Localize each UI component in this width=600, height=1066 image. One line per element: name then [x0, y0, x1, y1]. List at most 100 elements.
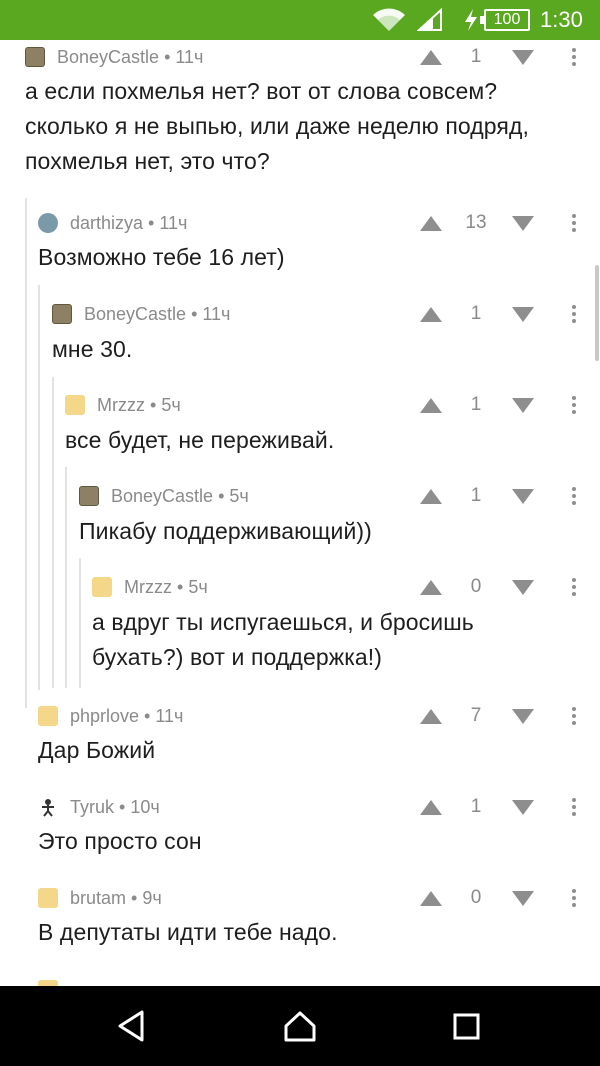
comment-text: все будет, не переживай.: [65, 423, 334, 458]
downvote-icon[interactable]: [512, 307, 534, 322]
comment-author[interactable]: BoneyCastle: [57, 47, 159, 68]
comment-author[interactable]: brutam: [70, 888, 126, 909]
upvote-icon[interactable]: [420, 800, 442, 815]
avatar[interactable]: [92, 577, 112, 597]
battery-icon: 100: [480, 0, 530, 40]
comment-time: 5ч: [229, 485, 249, 506]
comment-header: phprlove • 11ч: [38, 701, 183, 731]
comment-time: 11ч: [155, 705, 184, 726]
recents-icon[interactable]: [446, 1006, 486, 1046]
comment-text-line: Пикабу поддерживающий)): [79, 518, 372, 544]
comment-author[interactable]: phprlove: [70, 706, 139, 727]
comment-header: BoneyCastle • 11ч: [25, 42, 203, 72]
comment-score: 0: [470, 576, 482, 597]
downvote-icon[interactable]: [512, 709, 534, 724]
scrollbar-thumb[interactable]: [595, 265, 599, 361]
upvote-icon[interactable]: [420, 398, 442, 413]
downvote-icon[interactable]: [512, 216, 534, 231]
comment-author[interactable]: BoneyCastle: [84, 304, 186, 325]
avatar[interactable]: [52, 304, 72, 324]
comment-header: Tyruk • 10ч: [38, 792, 160, 822]
thread-line: [52, 377, 54, 688]
comment-text-line: Возможно тебе 16 лет): [38, 244, 285, 270]
upvote-icon[interactable]: [420, 50, 442, 65]
comment-text: В депутаты идти тебе надо.: [38, 915, 338, 950]
upvote-icon[interactable]: [420, 307, 442, 322]
comment-text-line: а вдруг ты испугаешься, и бросишь: [92, 609, 474, 635]
more-options-icon[interactable]: [572, 305, 576, 326]
comment-text: а если похмелья нет? вот от слова совсем…: [25, 74, 529, 179]
thread-line: [79, 558, 81, 688]
comment-score: 1: [470, 796, 482, 817]
downvote-icon[interactable]: [512, 50, 534, 65]
comment-header: brutam • 9ч: [38, 883, 162, 913]
avatar[interactable]: [65, 395, 85, 415]
upvote-icon[interactable]: [420, 709, 442, 724]
downvote-icon[interactable]: [512, 891, 534, 906]
comment-score: 1: [470, 485, 482, 506]
comment-author[interactable]: BoneyCastle: [111, 486, 213, 507]
comment-score: 1: [470, 303, 482, 324]
downvote-icon[interactable]: [512, 800, 534, 815]
comment-text-line: похмелья нет, это что?: [25, 148, 270, 174]
comment-author[interactable]: Mrzzz: [97, 395, 145, 416]
comment-text: а вдруг ты испугаешься, и бросишь бухать…: [92, 605, 474, 675]
comment-author[interactable]: Mrzzz: [124, 577, 172, 598]
thread-line: [38, 285, 40, 690]
thread-line: [25, 198, 27, 708]
avatar[interactable]: [79, 486, 99, 506]
more-options-icon[interactable]: [572, 396, 576, 417]
comment-header: darthizya • 11ч: [38, 208, 187, 238]
separator: •: [213, 485, 230, 506]
more-options-icon[interactable]: [572, 798, 576, 819]
comment-score: 7: [470, 705, 482, 726]
more-options-icon[interactable]: [572, 707, 576, 728]
more-options-icon[interactable]: [572, 889, 576, 910]
comment-score: 13: [465, 212, 487, 233]
comment-score: 0: [470, 887, 482, 908]
charging-icon: [464, 0, 478, 40]
status-bar: 100 1:30: [0, 0, 600, 40]
separator: •: [159, 46, 176, 67]
comment-text-line: все будет, не переживай.: [65, 427, 335, 453]
wifi-icon: [372, 0, 406, 40]
upvote-icon[interactable]: [420, 489, 442, 504]
comment-text-line: мне 30.: [52, 336, 133, 362]
comment-time: 10ч: [130, 796, 160, 817]
downvote-icon[interactable]: [512, 398, 534, 413]
thread-line: [65, 467, 67, 688]
upvote-icon[interactable]: [420, 216, 442, 231]
separator: •: [139, 705, 156, 726]
comment-feed[interactable]: BoneyCastle • 11ч 1 а если похмелья нет?…: [0, 40, 600, 986]
avatar[interactable]: [38, 706, 58, 726]
downvote-icon[interactable]: [512, 580, 534, 595]
downvote-icon[interactable]: [512, 489, 534, 504]
avatar[interactable]: [25, 47, 45, 67]
avatar[interactable]: [38, 213, 58, 233]
more-options-icon[interactable]: [572, 578, 576, 599]
comment-text: Это просто сон: [38, 824, 202, 859]
more-options-icon[interactable]: [572, 487, 576, 508]
avatar[interactable]: [38, 797, 58, 817]
comment-text: Возможно тебе 16 лет): [38, 240, 285, 275]
separator: •: [186, 303, 203, 324]
upvote-icon[interactable]: [420, 580, 442, 595]
avatar[interactable]: [38, 888, 58, 908]
comment-time: 11ч: [202, 303, 231, 324]
comment-header: BoneyCastle • 5ч: [79, 481, 249, 511]
more-options-icon[interactable]: [572, 48, 576, 69]
comment-score: 1: [470, 394, 482, 415]
comment-header: BoneyCastle • 11ч: [52, 299, 230, 329]
more-options-icon[interactable]: [572, 214, 576, 235]
comment-time: 11ч: [159, 212, 188, 233]
back-icon[interactable]: [114, 1006, 154, 1046]
comment-header: Mrzzz • 5ч: [92, 572, 208, 602]
separator: •: [126, 887, 143, 908]
clock: 1:30: [540, 7, 583, 32]
home-icon[interactable]: [280, 1006, 320, 1046]
comment-author[interactable]: Tyruk: [70, 797, 114, 818]
comment-author[interactable]: darthizya: [70, 213, 143, 234]
upvote-icon[interactable]: [420, 891, 442, 906]
separator: •: [143, 212, 160, 233]
comment-text-line: Дар Божий: [38, 737, 156, 763]
